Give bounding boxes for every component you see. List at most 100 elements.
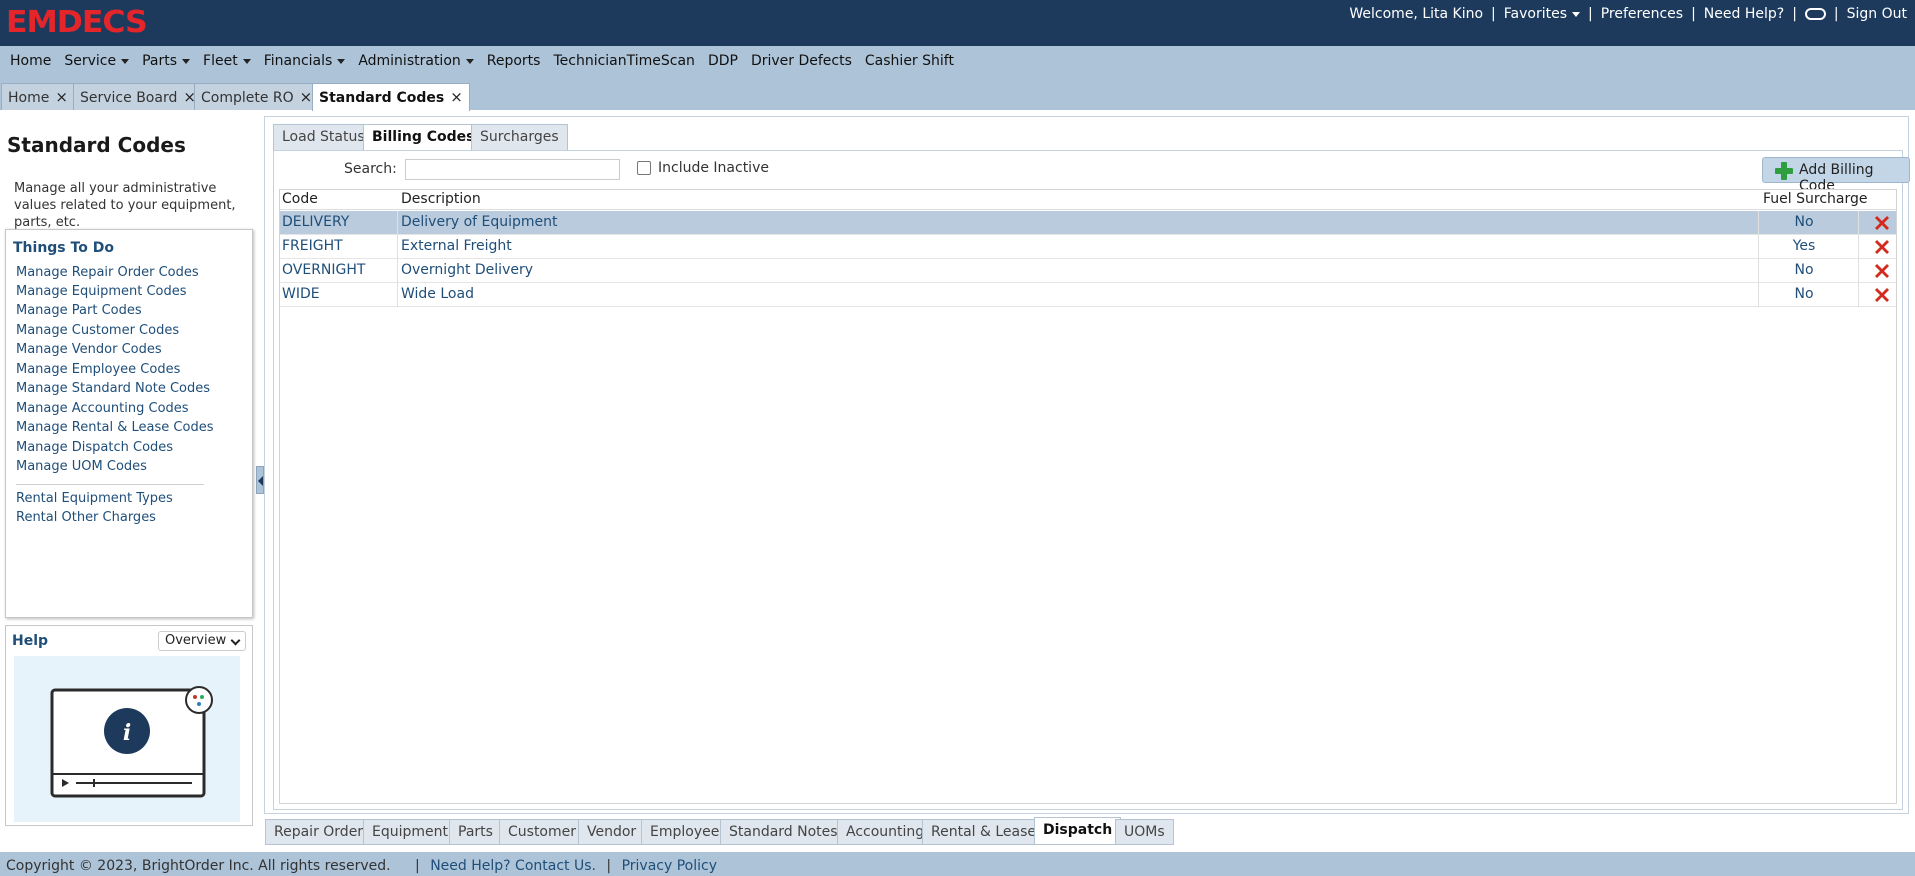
cell-code: FREIGHT bbox=[282, 238, 343, 254]
tab-billing-codes[interactable]: Billing Codes bbox=[363, 124, 484, 151]
menu-item-label: Service bbox=[64, 53, 117, 69]
menu-item-reports[interactable]: Reports bbox=[487, 53, 541, 69]
menu-item-label: Reports bbox=[486, 53, 541, 69]
chevron-down-icon bbox=[182, 58, 191, 64]
table-row[interactable]: DELIVERY Delivery of Equipment No bbox=[280, 211, 1896, 235]
menu-item-driver-defects[interactable]: Driver Defects bbox=[751, 53, 852, 69]
app-logo[interactable]: EMDECS bbox=[6, 5, 148, 40]
billing-codes-grid: Code Description Fuel Surcharge DELIVERY… bbox=[279, 189, 1897, 804]
link-manage-standard-note-codes[interactable]: Manage Standard Note Codes bbox=[16, 381, 210, 396]
link-manage-employee-codes[interactable]: Manage Employee Codes bbox=[16, 362, 180, 377]
collapse-sidebar-handle[interactable] bbox=[256, 466, 264, 494]
search-input[interactable] bbox=[405, 159, 620, 180]
bottom-tab-parts[interactable]: Parts bbox=[449, 819, 502, 845]
tab-label: Standard Codes bbox=[319, 90, 445, 106]
page-tab-standard-codes[interactable]: Standard Codes × bbox=[312, 83, 470, 111]
link-rental-equipment-types[interactable]: Rental Equipment Types bbox=[16, 491, 173, 506]
menu-item-parts[interactable]: Parts bbox=[142, 53, 191, 69]
chat-pill-icon[interactable] bbox=[1804, 8, 1826, 20]
things-to-do-title: Things To Do bbox=[13, 240, 114, 256]
menu-item-ddp[interactable]: DDP bbox=[708, 53, 738, 69]
menu-item-administration[interactable]: Administration bbox=[358, 53, 474, 69]
menu-item-label: Administration bbox=[358, 53, 461, 69]
bottom-tab-accounting[interactable]: Accounting bbox=[837, 819, 934, 845]
divider bbox=[16, 484, 204, 485]
link-manage-repair-order-codes[interactable]: Manage Repair Order Codes bbox=[16, 265, 199, 280]
help-video-thumbnail[interactable]: i bbox=[14, 656, 240, 822]
include-inactive-label: Include Inactive bbox=[658, 160, 769, 176]
favorites-menu[interactable]: Favorites bbox=[1503, 6, 1581, 22]
menu-item-home[interactable]: Home bbox=[10, 53, 51, 69]
preferences-link[interactable]: Preferences bbox=[1601, 6, 1683, 22]
bottom-tab-customer[interactable]: Customer bbox=[499, 819, 586, 845]
help-topic-select[interactable]: Overview bbox=[158, 631, 246, 651]
menu-item-fleet[interactable]: Fleet bbox=[203, 53, 251, 69]
column-header-fuel-surcharge[interactable]: Fuel Surcharge bbox=[1763, 191, 1867, 207]
page-tab-complete-ro[interactable]: Complete RO × bbox=[194, 83, 320, 110]
tab-load-status[interactable]: Load Status bbox=[273, 124, 374, 150]
close-icon[interactable]: × bbox=[55, 88, 68, 106]
chevron-down-icon bbox=[465, 58, 474, 64]
favorites-label: Favorites bbox=[1503, 6, 1568, 22]
contact-us-link[interactable]: Need Help? Contact Us. bbox=[430, 858, 596, 874]
link-manage-uom-codes[interactable]: Manage UOM Codes bbox=[16, 459, 147, 474]
table-row[interactable]: FREIGHT External Freight Yes bbox=[280, 235, 1896, 259]
bottom-tab-standard-notes[interactable]: Standard Notes bbox=[720, 819, 847, 845]
page-title: Standard Codes bbox=[7, 133, 186, 157]
things-to-do-panel: Things To Do Manage Repair Order Codes M… bbox=[5, 229, 253, 618]
column-header-code[interactable]: Code bbox=[282, 191, 318, 207]
bottom-tab-uoms[interactable]: UOMs bbox=[1115, 819, 1174, 845]
link-manage-customer-codes[interactable]: Manage Customer Codes bbox=[16, 323, 179, 338]
menu-item-technician-time-scan[interactable]: TechnicianTimeScan bbox=[553, 53, 694, 69]
menu-item-label: Fleet bbox=[203, 53, 238, 69]
page-tabs: Home × Service Board × Complete RO × Standa… bbox=[0, 76, 1915, 111]
menu-item-service[interactable]: Service bbox=[64, 53, 130, 69]
red-x-icon[interactable] bbox=[1873, 214, 1891, 232]
link-manage-vendor-codes[interactable]: Manage Vendor Codes bbox=[16, 342, 162, 357]
help-title: Help bbox=[12, 633, 49, 649]
column-header-description[interactable]: Description bbox=[401, 191, 481, 207]
privacy-policy-link[interactable]: Privacy Policy bbox=[622, 858, 717, 874]
menu-item-financials[interactable]: Financials bbox=[264, 53, 346, 69]
cell-code: OVERNIGHT bbox=[282, 262, 366, 278]
cell-fuel-surcharge: No bbox=[1794, 214, 1814, 230]
bottom-tab-repair-order[interactable]: Repair Order bbox=[265, 819, 373, 845]
sign-out-link[interactable]: Sign Out bbox=[1847, 6, 1907, 22]
cell-fuel-surcharge: Yes bbox=[1792, 238, 1816, 254]
bottom-tab-dispatch[interactable]: Dispatch bbox=[1034, 817, 1122, 845]
red-x-icon[interactable] bbox=[1873, 286, 1891, 304]
link-manage-part-codes[interactable]: Manage Part Codes bbox=[16, 303, 142, 318]
red-x-icon[interactable] bbox=[1873, 238, 1891, 256]
close-icon[interactable]: × bbox=[450, 88, 463, 106]
red-x-icon[interactable] bbox=[1873, 262, 1891, 280]
bottom-tab-rental-lease[interactable]: Rental & Lease bbox=[922, 819, 1046, 845]
video-info-icon: i bbox=[50, 686, 213, 798]
help-select-value: Overview bbox=[165, 633, 227, 648]
cell-description: Overnight Delivery bbox=[401, 262, 534, 278]
billing-codes-pane: Search: Include Inactive Add Billing Cod… bbox=[273, 150, 1910, 810]
page-tab-home[interactable]: Home × bbox=[1, 83, 75, 110]
close-icon[interactable]: × bbox=[300, 88, 313, 106]
content-panel: Load Status Billing Codes Surcharges Sea… bbox=[264, 116, 1910, 814]
bottom-tab-vendor[interactable]: Vendor bbox=[578, 819, 646, 845]
page-tab-service-board[interactable]: Service Board × bbox=[73, 83, 203, 110]
link-manage-dispatch-codes[interactable]: Manage Dispatch Codes bbox=[16, 440, 173, 455]
chevron-down-icon bbox=[1572, 11, 1581, 17]
add-billing-code-button[interactable]: Add Billing Code bbox=[1762, 157, 1910, 194]
link-manage-rental-lease-codes[interactable]: Manage Rental & Lease Codes bbox=[16, 420, 213, 435]
menu-item-cashier-shift[interactable]: Cashier Shift bbox=[865, 53, 954, 69]
cell-code: WIDE bbox=[282, 286, 320, 302]
tab-surcharges[interactable]: Surcharges bbox=[471, 124, 568, 150]
include-inactive-checkbox[interactable] bbox=[637, 161, 651, 175]
bottom-tab-employee[interactable]: Employee bbox=[641, 819, 729, 845]
link-manage-equipment-codes[interactable]: Manage Equipment Codes bbox=[16, 284, 187, 299]
bottom-tab-equipment[interactable]: Equipment bbox=[363, 819, 457, 845]
table-row[interactable]: OVERNIGHT Overnight Delivery No bbox=[280, 259, 1896, 283]
plus-icon bbox=[1775, 162, 1793, 180]
link-manage-accounting-codes[interactable]: Manage Accounting Codes bbox=[16, 401, 189, 416]
need-help-link[interactable]: Need Help? bbox=[1704, 6, 1784, 22]
menu-item-label: TechnicianTimeScan bbox=[553, 53, 695, 69]
menu-item-label: Parts bbox=[142, 53, 178, 69]
link-rental-other-charges[interactable]: Rental Other Charges bbox=[16, 510, 156, 525]
table-row[interactable]: WIDE Wide Load No bbox=[280, 283, 1896, 307]
